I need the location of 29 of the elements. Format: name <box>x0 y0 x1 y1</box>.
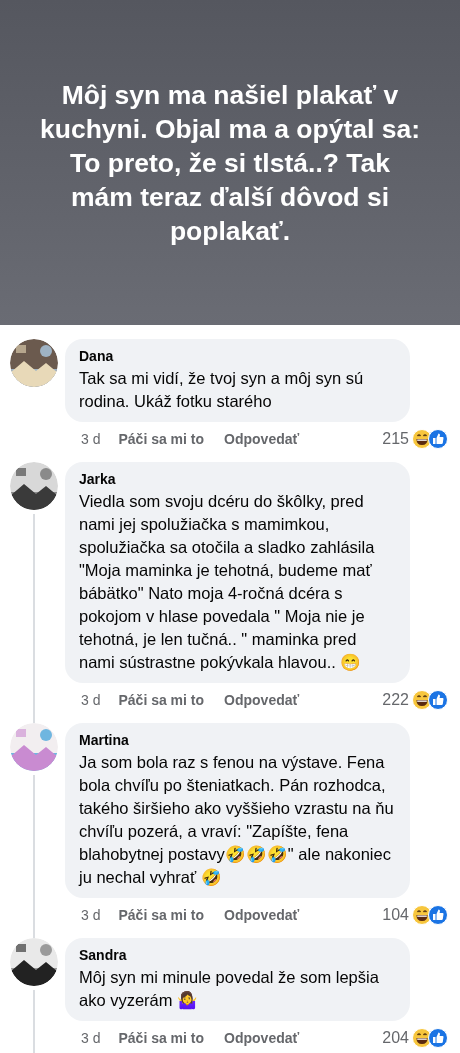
reply-link[interactable]: Odpovedať <box>224 907 300 923</box>
thumbs-up-icon <box>428 690 448 710</box>
post-text: Môj syn ma našiel plakať v kuchyni. Objal ma a opýtal sa: To preto, že si tlstá..? Tak mám teraz ďalší dôvod si poplakať. <box>39 78 421 248</box>
author-name[interactable]: Jarka <box>79 470 396 489</box>
thumbs-up-icon <box>428 1028 448 1048</box>
reaction-count: 222 <box>382 691 409 709</box>
comment-text: Tak sa mi vidí, že tvoj syn a môj syn sú rodina. Ukáž fotku starého <box>79 368 365 412</box>
comment-text: Môj syn mi minule povedal že som lepšia ako vyzerám 🤷‍♀ <box>79 967 380 1012</box>
reply-link[interactable]: Odpovedať <box>224 692 300 708</box>
reaction-count: 204 <box>382 1029 409 1047</box>
author-name[interactable]: Sandra <box>79 946 396 965</box>
like-link[interactable]: Páči sa mi to <box>118 692 205 708</box>
comment-text: Ja som bola raz s fenou na výstave. Fena bola chvíľu po šteniatkach. Pán rozhodca, takého širšieho ako vyššieho vzrastu na ňu chvíľu pozerá, a vraví: "Zapíšte, fena blahobytnej postavy🤣🤣🤣" ale nakoniec ju nechal vyhrať 🤣 <box>79 752 395 888</box>
comment-time: 3 d <box>81 692 101 708</box>
reply-link[interactable]: Odpovedať <box>224 431 300 447</box>
author-name[interactable]: Dana <box>79 347 396 366</box>
thumbs-up-icon <box>428 429 448 449</box>
like-link[interactable]: Páči sa mi to <box>118 431 205 447</box>
thumbs-up-icon <box>428 905 448 925</box>
like-link[interactable]: Páči sa mi to <box>118 907 205 923</box>
comment-time: 3 d <box>81 431 101 447</box>
reaction-count: 104 <box>382 906 409 924</box>
comment-time: 3 d <box>81 907 101 923</box>
author-name[interactable]: Martina <box>79 731 396 750</box>
reaction-count: 215 <box>382 430 409 448</box>
comment-text: Viedla som svoju dcéru do škôlky, pred nami jej spolužiačka s mamimkou, spolužiačka sa otočila a sladko zahlásila "Moja maminka je tehotná, budeme mať bábätko" Nato moja 4-ročná dcéra s pokojom v hlase povedala " Moja nie je tehotná, je len tučná.. " maminka pred nami sústrastne pokývkala hlavou.. 😁 <box>79 491 376 673</box>
comment-time: 3 d <box>81 1030 101 1046</box>
like-link[interactable]: Páči sa mi to <box>118 1030 205 1046</box>
reply-link[interactable]: Odpovedať <box>224 1030 300 1046</box>
